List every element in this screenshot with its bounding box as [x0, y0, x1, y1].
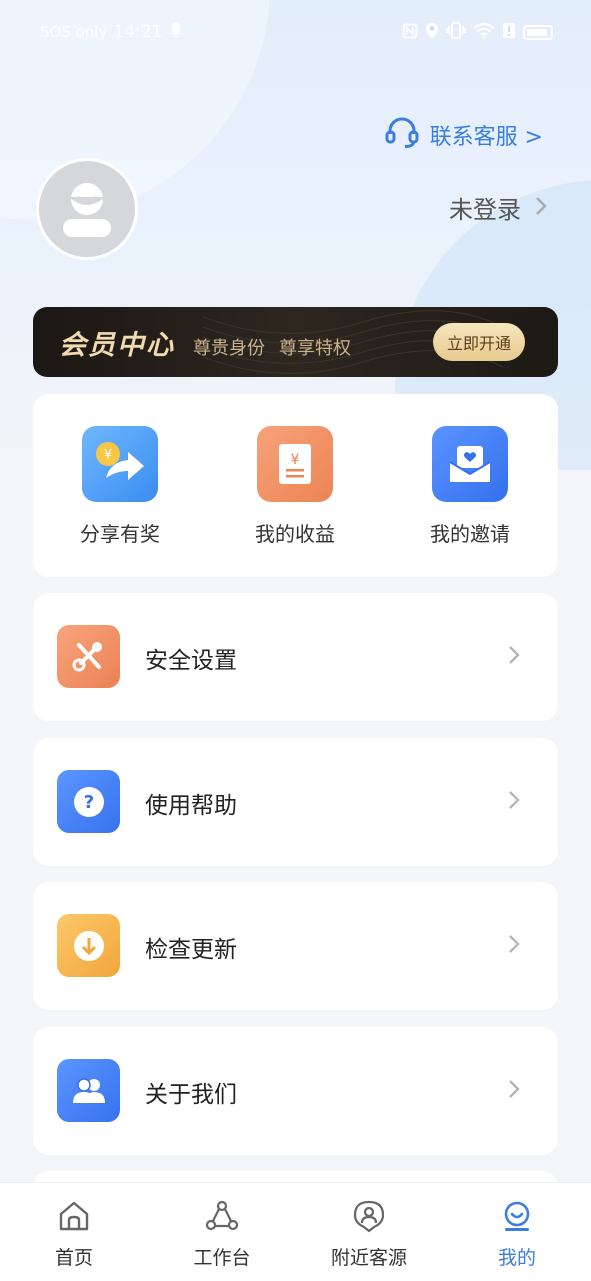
shortcut-card: ¥ 分享有奖 ¥ 我的收益 我的邀请 [33, 394, 558, 577]
signal-alert-icon [502, 22, 516, 43]
home-icon [57, 1199, 91, 1237]
invitation-icon [432, 426, 508, 502]
vibrate-icon [446, 22, 466, 43]
tab-profile[interactable]: 我的 [457, 1199, 577, 1270]
menu-label: 安全设置 [145, 648, 237, 674]
shortcut-label: 我的邀请 [430, 522, 510, 546]
avatar[interactable] [36, 158, 138, 260]
battery-icon [523, 25, 553, 40]
tab-home[interactable]: 首页 [14, 1199, 134, 1270]
menu-label: 检查更新 [145, 937, 237, 963]
people-icon [57, 1059, 120, 1122]
chevron-right-icon [535, 194, 547, 222]
headset-icon [384, 114, 420, 156]
menu-label: 关于我们 [145, 1082, 237, 1108]
menu-label: 使用帮助 [145, 793, 237, 819]
menu-item-security-settings[interactable]: 安全设置 [33, 593, 558, 721]
tab-label: 我的 [497, 1247, 536, 1269]
menu-item-check-update[interactable]: 检查更新 [33, 882, 558, 1010]
default-avatar-icon [63, 183, 111, 237]
contact-service-link[interactable]: 联系客服 > [384, 114, 543, 156]
location-icon [425, 22, 439, 43]
workbench-icon [205, 1199, 239, 1237]
svg-text:¥: ¥ [104, 448, 112, 463]
shortcut-label: 我的收益 [255, 522, 335, 546]
wifi-icon [473, 22, 495, 43]
member-subtitle-1: 尊贵身份 [193, 338, 265, 359]
member-title: 会员中心 [59, 330, 175, 361]
menu-item-about-us[interactable]: 关于我们 [33, 1027, 558, 1155]
share-reward-icon: ¥ [82, 426, 158, 502]
bell-icon [168, 22, 184, 42]
login-label: 未登录 [449, 196, 521, 224]
bottom-tab-bar: 首页 工作台 附近客源 我的 [0, 1182, 591, 1281]
status-time: 14:21 [113, 22, 163, 42]
tab-nearby-clients[interactable]: 附近客源 [309, 1199, 429, 1270]
member-subtitle-2: 尊享特权 [279, 338, 351, 359]
tools-icon [57, 625, 120, 688]
earnings-icon: ¥ [257, 426, 333, 502]
nearby-clients-icon [352, 1199, 386, 1237]
contact-service-label: 联系客服 > [429, 125, 543, 150]
carrier-text: SOS only [40, 23, 108, 41]
nfc-icon [402, 23, 418, 43]
chevron-right-icon [508, 934, 520, 958]
help-icon: ? [57, 770, 120, 833]
tab-label: 工作台 [193, 1247, 251, 1269]
member-subtitle: 尊贵身份 尊享特权 [193, 334, 351, 360]
member-center-banner[interactable]: 会员中心 尊贵身份 尊享特权 立即开通 [33, 307, 558, 377]
status-bar: SOS only 14:21 [0, 0, 591, 66]
chevron-right-icon [508, 790, 520, 814]
menu-item-help[interactable]: ? 使用帮助 [33, 738, 558, 866]
svg-text:?: ? [83, 792, 93, 813]
login-link[interactable]: 未登录 [449, 190, 547, 225]
shortcut-label: 分享有奖 [80, 522, 160, 546]
shortcut-earnings[interactable]: ¥ 我的收益 [230, 426, 360, 547]
shortcut-share-reward[interactable]: ¥ 分享有奖 [55, 426, 185, 547]
tab-label: 首页 [54, 1247, 93, 1269]
download-icon [57, 914, 120, 977]
profile-icon [500, 1199, 534, 1237]
shortcut-invitation[interactable]: 我的邀请 [405, 426, 535, 547]
chevron-right-icon [508, 1079, 520, 1103]
tab-label: 附近客源 [330, 1247, 407, 1269]
tab-workbench[interactable]: 工作台 [162, 1199, 282, 1270]
activate-member-button[interactable]: 立即开通 [433, 323, 525, 361]
chevron-right-icon [508, 645, 520, 669]
svg-text:¥: ¥ [291, 452, 300, 468]
